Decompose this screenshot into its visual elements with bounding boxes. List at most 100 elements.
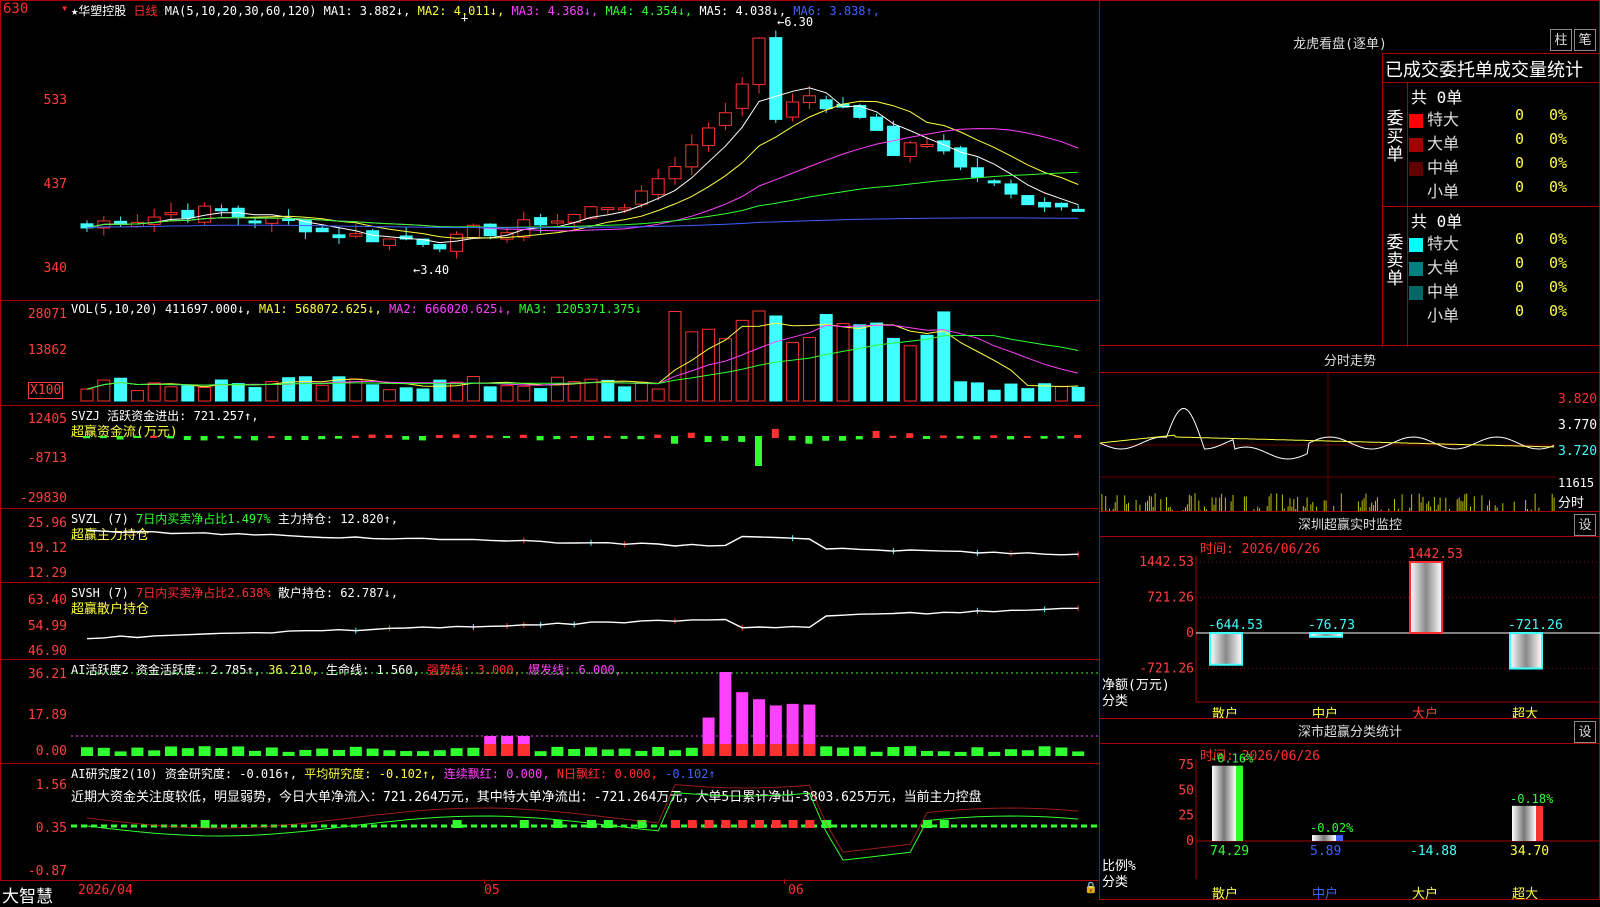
activity-bar-base <box>803 744 816 756</box>
volume-bar <box>198 387 212 402</box>
fenshi-vol-tick: 11615 <box>1558 476 1595 490</box>
fenshi-panel[interactable]: 分时走势 3.820 3.770 3.720 11615 分时 <box>1099 345 1600 512</box>
fund-flow-chart[interactable] <box>71 406 1101 509</box>
research-chart[interactable] <box>71 764 1101 881</box>
volume-bar <box>870 322 884 402</box>
candle <box>987 180 1001 184</box>
order-count: 0 <box>1515 106 1525 124</box>
volume-bar <box>97 379 111 402</box>
candle <box>315 227 329 233</box>
activity-bar <box>719 672 732 756</box>
ratio-chart: 75 50 25 0 -0.16% 74.29 散户 -0.02% 5.89 中户 -14.88 大户… <box>1178 752 1600 900</box>
kline-panel[interactable]: 630 ▾ ★华塑控股 日线 MA(5,10,20,30,60,120) MA1… <box>0 0 1100 301</box>
bar-value: -644.53 <box>1208 618 1263 633</box>
retail-holding-chart[interactable] <box>71 583 1101 660</box>
net-bar <box>1309 632 1343 638</box>
activity-bar <box>1055 747 1068 756</box>
bar-value: 34.70 <box>1510 844 1549 859</box>
x-tick: 06 <box>788 883 804 898</box>
volume-bar <box>668 311 682 402</box>
vol-panel[interactable]: VOL(5,10,20) 411697.000↓, MA1: 568072.62… <box>0 300 1100 406</box>
candle <box>685 144 699 168</box>
ai2-tick: 1.56 <box>35 778 67 793</box>
activity-bar <box>131 747 144 756</box>
sell-label: 委卖单 <box>1386 233 1404 289</box>
lock-icon[interactable]: 🔒 <box>1084 881 1098 894</box>
x-tick-mark <box>484 879 485 884</box>
fenshi-price-tick: 3.820 <box>1558 392 1598 407</box>
y-tick: 0 <box>1186 834 1194 849</box>
svzl-panel[interactable]: SVZL (7) 7日内买卖净占比1.497% 主力持仓: 12.820↑, 超… <box>0 508 1100 583</box>
flow-bar <box>301 436 309 441</box>
flow-bar <box>368 434 376 438</box>
candle <box>634 190 648 205</box>
volume-bar <box>601 379 615 402</box>
color-swatch <box>1409 285 1423 300</box>
net-bar <box>1509 632 1543 670</box>
volume-chart[interactable] <box>71 301 1101 406</box>
activity-bar <box>954 751 967 756</box>
color-swatch <box>1409 237 1423 252</box>
volume-bar <box>970 382 984 402</box>
ai1-panel[interactable]: AI活跃度2 资金活跃度: 2.785↑, 36.210, 生命线: 1.560… <box>0 659 1101 764</box>
flow-bar <box>217 436 225 439</box>
svsh-panel[interactable]: SVSH (7) 7日内买卖净占比2.638% 散户持仓: 62.787↓, 超… <box>0 582 1100 660</box>
volume-bar <box>315 384 329 402</box>
candlestick-chart[interactable] <box>71 1 1101 301</box>
research-bar <box>788 820 798 828</box>
volume-bar <box>954 381 968 402</box>
activity-bar <box>904 746 917 756</box>
volume-bar <box>147 382 161 402</box>
volume-bar <box>987 389 1001 402</box>
order-pct: 0% <box>1549 302 1568 320</box>
ai2-tick: 0.35 <box>35 821 67 836</box>
ai2-panel[interactable]: AI研究度2(10) 资金研究度: -0.016↑, 平均研究度: -0.102… <box>0 763 1101 881</box>
candle <box>702 127 716 147</box>
order-type: 大单 <box>1427 258 1460 277</box>
activity-bar <box>971 747 984 756</box>
main-holding-chart[interactable] <box>71 509 1101 583</box>
svsh-tick: 54.99 <box>27 619 67 634</box>
flow-bar <box>385 434 393 438</box>
lhb-table: 已成交委托单成交量统计 委买单 委卖单 共 0单 共 0单 特大 0 0% 大单 0 0%… <box>1382 53 1600 347</box>
fenshi-title: 分时走势 <box>1323 354 1376 369</box>
svzj-panel[interactable]: SVZJ 活跃资金进出: 721.257↑, 超赢资金流(万元) 12405 -… <box>0 405 1100 509</box>
candle <box>332 234 346 239</box>
flow-bar <box>587 436 594 441</box>
flow-bar <box>654 434 662 438</box>
activity-bar <box>669 750 681 756</box>
activity-chart[interactable] <box>71 660 1101 764</box>
activity-bar <box>820 746 833 756</box>
order-pct: 0% <box>1549 254 1568 272</box>
order-type: 特大 <box>1427 234 1460 253</box>
buy-label: 委买单 <box>1386 109 1404 165</box>
svzl-tick: 19.12 <box>27 541 67 556</box>
activity-bar <box>97 747 110 756</box>
activity-bar <box>921 750 933 756</box>
flow-bar <box>318 436 326 440</box>
flow-bar <box>1057 436 1065 439</box>
bar-value: -721.26 <box>1508 618 1563 633</box>
order-type: 中单 <box>1427 158 1460 177</box>
flow-bar <box>116 436 124 440</box>
research-bar <box>603 820 613 828</box>
research-bar <box>755 820 764 828</box>
dropdown-icon[interactable]: ▾ <box>61 1 68 15</box>
flow-bar <box>570 435 578 438</box>
tick-view-button[interactable]: 笔 <box>1574 29 1596 51</box>
bar-view-button[interactable]: 柱 <box>1550 29 1572 51</box>
color-swatch <box>1409 310 1423 324</box>
candle <box>920 144 934 148</box>
candle <box>534 217 548 226</box>
flow-bar <box>738 436 746 442</box>
flow-bar <box>469 435 477 438</box>
activity-bar <box>467 747 480 756</box>
intraday-chart[interactable] <box>1100 373 1556 511</box>
order-row: 小单 0 0% <box>1409 178 1599 202</box>
ratio-bar <box>1212 765 1236 841</box>
bar-change: -0.02% <box>1310 821 1354 835</box>
activity-bar <box>299 749 312 756</box>
vol-unit-button[interactable]: X100 <box>28 382 64 399</box>
order-pct: 0% <box>1549 278 1568 296</box>
candle <box>1021 195 1035 206</box>
